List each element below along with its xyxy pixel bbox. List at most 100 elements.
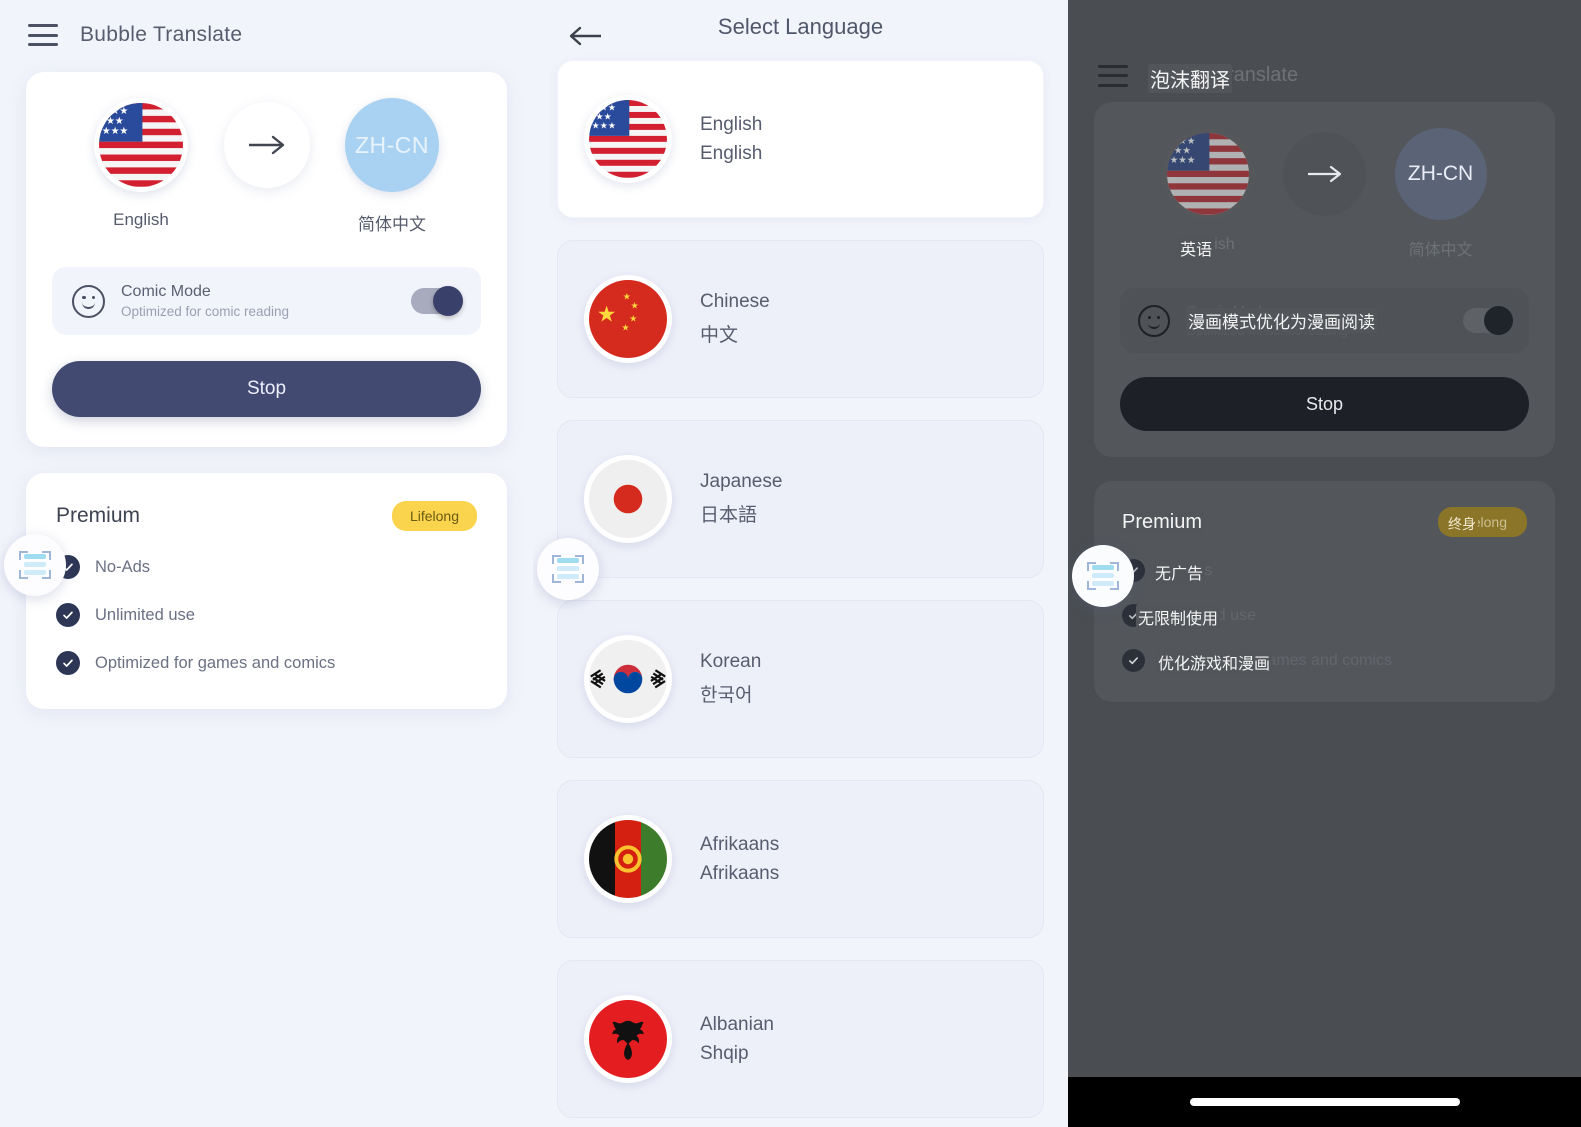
target-language-selector[interactable]: ZH-CN 简体中文: [317, 98, 467, 235]
language-list-item-chinese[interactable]: ★ ★ ★ ★ ★ Chinese 中文: [557, 240, 1044, 398]
target-language-label: 简体中文: [358, 215, 426, 234]
overlay-target-code: ZH-CN: [1394, 128, 1487, 220]
overlay-comic-toggle[interactable]: [1463, 306, 1513, 335]
language-name: English: [700, 113, 763, 135]
overlay-premium-feature-item: Unlimited use 无限制使用: [1122, 604, 1527, 629]
language-native-name: Shqip: [700, 1042, 749, 1064]
main-popup-panel: Bubble Translate ★★★ ★★ ★★★ English ZH-C…: [0, 0, 533, 1127]
language-list-item-afrikaans[interactable]: Afrikaans Afrikaans: [557, 780, 1044, 938]
hamburger-icon[interactable]: [28, 24, 58, 46]
comic-mode-toggle[interactable]: [411, 286, 463, 316]
premium-feature-item: Unlimited use: [56, 603, 477, 627]
hamburger-icon[interactable]: [1098, 64, 1128, 87]
smiley-icon: [72, 284, 105, 318]
overlay-swap-button[interactable]: [1282, 132, 1367, 216]
page-title: Bubble Translate: [80, 23, 243, 46]
overlay-title-translation: 泡沫翻译: [1148, 64, 1232, 93]
af-flag-icon: [584, 815, 672, 903]
language-list-item-english[interactable]: ★★★ ★★ ★★★ English English: [557, 60, 1044, 218]
overlay-badge-translation: 终身: [1445, 514, 1478, 534]
overlay-source-language[interactable]: ★★★★★★★★ English 英语: [1134, 128, 1283, 260]
overlay-comic-text: Comic Mode Optimized for comic reading 漫…: [1186, 303, 1447, 338]
cn-flag-icon: ★ ★ ★ ★ ★: [584, 275, 672, 363]
overlay-stop-button[interactable]: Stop: [1120, 377, 1529, 431]
overlay-premium-header: Premium Premium Lifelong 终身: [1120, 507, 1527, 537]
language-list-item-korean[interactable]: Korean 한국어: [557, 600, 1044, 758]
language-list-item-text: Albanian Shqip: [700, 1014, 774, 1065]
language-native-name: 中文: [700, 325, 739, 346]
language-list-item-text: Chinese 中文: [700, 291, 770, 347]
overlay-header: Bubble Translate 泡沫翻译: [1068, 0, 1581, 96]
overlay-premium-title-translation: Premium: [1120, 510, 1205, 534]
premium-feature-item: Optimized for games and comics: [56, 651, 477, 675]
premium-badge[interactable]: Lifelong: [391, 501, 477, 531]
language-list-title: Select Language: [717, 14, 884, 39]
svg-text:★: ★: [622, 323, 630, 333]
arrow-right-icon: [248, 135, 284, 155]
overlay-comic-mode-row[interactable]: Comic Mode Optimized for comic reading 漫…: [1120, 288, 1529, 353]
us-flag-icon: ★★★ ★★ ★★★: [94, 98, 188, 192]
premium-feature-label: Unlimited use: [95, 605, 195, 624]
comic-mode-row[interactable]: Comic Mode Optimized for comic reading: [52, 267, 481, 335]
language-list-header: Select Language: [533, 0, 1068, 60]
us-flag-icon: ★★★ ★★ ★★★: [584, 95, 672, 183]
language-name: Afrikaans: [700, 833, 780, 855]
language-list-item-text: Afrikaans Afrikaans: [700, 834, 779, 885]
overlay-target-language[interactable]: ZH-CN 简体中文: [1366, 128, 1515, 260]
overlay-premium-badge[interactable]: Lifelong 终身: [1437, 507, 1527, 537]
overlay-translate-card: ★★★★★★★★ English 英语: [1094, 102, 1555, 457]
target-language-code: ZH-CN: [345, 98, 439, 192]
check-icon: [56, 603, 80, 627]
translate-card: ★★★ ★★ ★★★ English ZH-CN 简体中文 Comic Mode…: [26, 72, 507, 447]
source-language-selector[interactable]: ★★★ ★★ ★★★ English: [66, 98, 216, 230]
overlay-feature-translation: 优化游戏和漫画: [1156, 650, 1273, 674]
translate-bubble-icon: [1087, 562, 1119, 590]
stop-button[interactable]: Stop: [52, 361, 481, 417]
language-name: Japanese: [700, 471, 783, 492]
language-native-name: Afrikaans: [700, 862, 780, 884]
android-navigation-bar: [1068, 1077, 1581, 1127]
svg-text:★★★: ★★★: [592, 121, 616, 131]
language-name: Chinese: [700, 291, 770, 312]
premium-feature-label: Optimized for games and comics: [95, 653, 336, 672]
svg-text:★: ★: [631, 301, 639, 311]
translate-bubble-icon: [19, 551, 51, 579]
premium-title: Premium: [56, 504, 141, 527]
svg-text:★: ★: [597, 302, 617, 327]
floating-translate-bubble[interactable]: [537, 538, 599, 600]
kr-flag-icon: [584, 635, 672, 723]
al-flag-icon: [584, 995, 672, 1083]
dimmed-screen: Bubble Translate 泡沫翻译: [1068, 0, 1581, 1077]
jp-flag-icon: [584, 455, 672, 543]
language-list-item-text: Japanese 日本語: [700, 471, 782, 527]
check-icon: [1122, 649, 1145, 672]
language-name: Albanian: [700, 1013, 774, 1035]
comic-mode-text: Comic Mode Optimized for comic reading: [121, 283, 395, 319]
language-list-item-japanese[interactable]: Japanese 日本語: [557, 420, 1044, 578]
language-pair-row: ★★★ ★★ ★★★ English ZH-CN 简体中文: [52, 98, 481, 235]
language-native-name: 한국어: [700, 685, 753, 706]
overlay-phone-panel: Bubble Translate 泡沫翻译: [1068, 0, 1581, 1127]
overlay-premium-feature-item: Optimized for games and comics 优化游戏和漫画: [1122, 649, 1527, 674]
overlay-language-pair-row: ★★★★★★★★ English 英语: [1120, 128, 1529, 260]
floating-translate-bubble[interactable]: [4, 534, 66, 596]
overlay-premium-feature-item: No-Ads 无广告: [1122, 559, 1527, 584]
overlay-target-label: 简体中文: [1408, 242, 1473, 259]
language-list-panel: Select Language ★★★ ★★ ★★★ English English: [533, 0, 1068, 1127]
smiley-icon: [1138, 304, 1170, 337]
home-indicator[interactable]: [1189, 1098, 1460, 1106]
premium-feature-label: No-Ads: [95, 557, 151, 576]
overlay-feature-translation: 无广告: [1153, 560, 1206, 584]
source-language-label: English: [113, 210, 169, 229]
comic-mode-title: Comic Mode: [121, 283, 211, 300]
premium-header: Premium Lifelong: [56, 501, 477, 531]
language-list-item-albanian[interactable]: Albanian Shqip: [557, 960, 1044, 1118]
svg-text:★: ★: [629, 314, 637, 324]
floating-translate-bubble[interactable]: [1072, 545, 1134, 607]
svg-text:★★★: ★★★: [102, 126, 129, 137]
overlay-comic-translation: 漫画模式优化为漫画阅读: [1186, 308, 1377, 333]
translate-bubble-icon: [552, 555, 584, 583]
premium-card: Premium Lifelong No-Ads Unlimited use Op…: [26, 473, 507, 709]
overlay-source-translation: 英语: [1178, 236, 1215, 260]
swap-direction-button[interactable]: [223, 102, 310, 188]
